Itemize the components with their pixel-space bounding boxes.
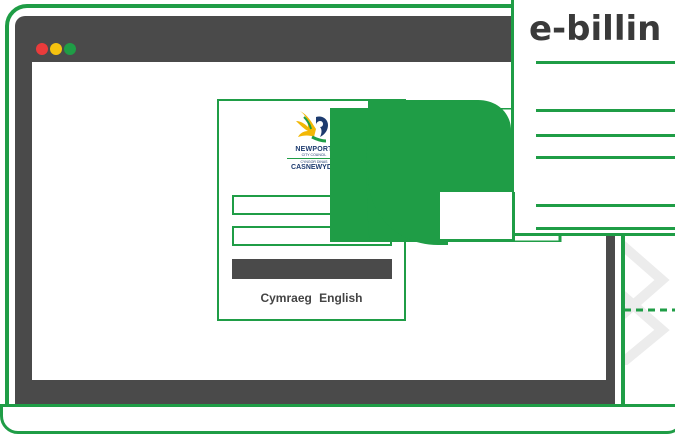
- document-line: [536, 204, 675, 207]
- ebilling-title: e-billin: [529, 9, 662, 49]
- dragon-crest-icon: [296, 111, 328, 143]
- document-line: [536, 156, 675, 159]
- close-window-dot[interactable]: [36, 43, 48, 55]
- window-controls: [36, 43, 76, 55]
- lang-link-cymraeg[interactable]: Cymraeg: [260, 291, 311, 305]
- document-line: [536, 109, 675, 112]
- document-line: [536, 227, 675, 230]
- language-switcher: Cymraeg English: [219, 291, 404, 305]
- minimize-window-dot[interactable]: [50, 43, 62, 55]
- illustration: NEWPORT CITY COUNCIL CYNGOR DINAS CASNEW…: [0, 0, 675, 437]
- login-button[interactable]: [232, 259, 392, 279]
- document-corner: [440, 192, 515, 242]
- ebilling-document: e-billin: [511, 0, 675, 236]
- maximize-window-dot[interactable]: [64, 43, 76, 55]
- document-line: [536, 134, 675, 137]
- laptop-base: [0, 404, 675, 434]
- document-line: [536, 61, 675, 64]
- lang-link-english[interactable]: English: [319, 291, 362, 305]
